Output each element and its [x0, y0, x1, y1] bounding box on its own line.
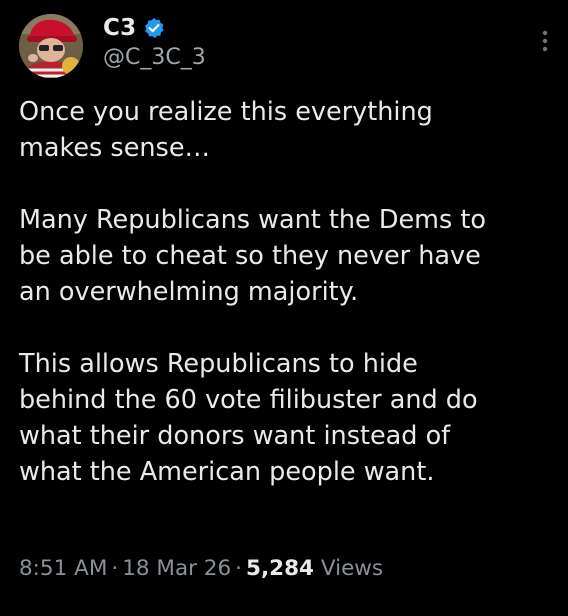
views-label[interactable]: Views — [321, 556, 383, 581]
author-name-row: C3 — [103, 12, 165, 44]
author-handle[interactable]: @C_3C_3 — [103, 45, 206, 70]
tweet-paragraph: Many Republicans want the Dems to be abl… — [19, 205, 487, 307]
verified-badge-icon[interactable] — [143, 17, 165, 39]
tweet-text: Once you realize this everything makes s… — [19, 94, 559, 490]
avatar-image — [19, 14, 83, 78]
tweet-meta: 8:51 AM · 18 Mar 26 · 5,284 Views — [19, 556, 383, 581]
more-vertical-icon — [542, 30, 548, 52]
tweet-time[interactable]: 8:51 AM — [19, 556, 107, 581]
avatar[interactable] — [19, 14, 83, 78]
more-options-button[interactable] — [530, 24, 560, 58]
views-count[interactable]: 5,284 — [246, 556, 314, 581]
meta-separator: · — [235, 556, 243, 581]
author-display-name[interactable]: C3 — [103, 15, 136, 41]
tweet-date[interactable]: 18 Mar 26 — [122, 556, 231, 581]
meta-separator: · — [111, 556, 119, 581]
tweet: C3 @C_3C_3 Once you realize this everyth… — [0, 0, 568, 616]
tweet-paragraph: This allows Republicans to hide behind t… — [19, 349, 478, 487]
tweet-paragraph: Once you realize this everything makes s… — [19, 97, 433, 163]
